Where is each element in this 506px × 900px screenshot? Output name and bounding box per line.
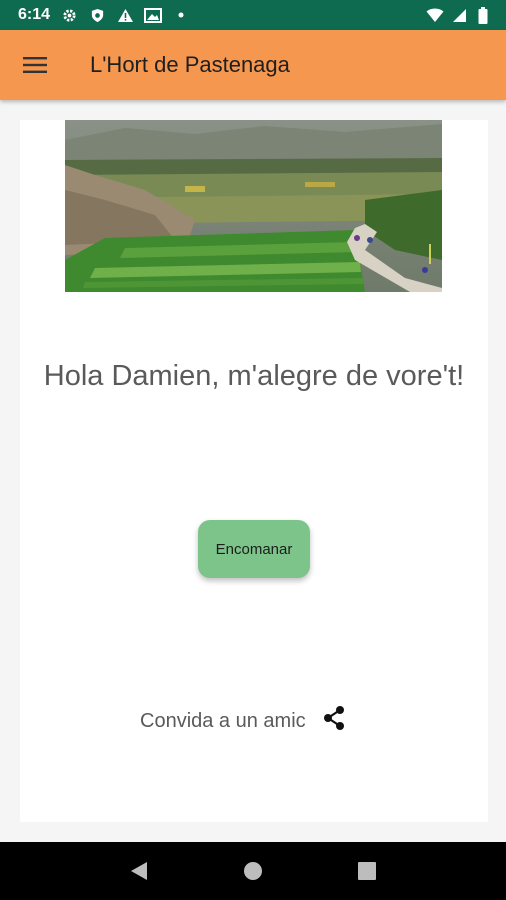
back-icon[interactable] bbox=[119, 851, 159, 891]
app-bar: L'Hort de Pastenaga bbox=[0, 30, 506, 100]
system-nav-bar bbox=[0, 842, 506, 900]
share-icon[interactable] bbox=[322, 705, 346, 737]
invite-label: Convida a un amic bbox=[140, 709, 306, 732]
app-title: L'Hort de Pastenaga bbox=[90, 52, 290, 77]
battery-icon bbox=[474, 6, 492, 24]
hero-image bbox=[65, 120, 442, 292]
wifi-icon bbox=[426, 6, 444, 24]
main-card: Hola Damien, m'alegre de vore't! Encoman… bbox=[20, 120, 488, 822]
status-right bbox=[426, 6, 492, 24]
status-time: 6:14 bbox=[18, 6, 51, 23]
shield-icon bbox=[88, 6, 106, 24]
greeting-text: Hola Damien, m'alegre de vore't! bbox=[43, 360, 465, 392]
home-icon[interactable] bbox=[233, 851, 273, 891]
recents-icon[interactable] bbox=[347, 851, 387, 891]
invite-friend-link[interactable]: Convida a un amic bbox=[140, 705, 346, 737]
image-icon bbox=[144, 6, 163, 24]
gear-icon bbox=[60, 6, 78, 24]
hamburger-menu-icon[interactable] bbox=[0, 30, 70, 100]
status-bar: 6:14 bbox=[0, 0, 506, 30]
order-button[interactable]: Encomanar bbox=[198, 520, 310, 578]
warning-icon bbox=[116, 6, 134, 24]
signal-icon bbox=[450, 6, 468, 24]
dot-icon bbox=[172, 6, 190, 24]
status-left: 6:14 bbox=[18, 6, 190, 24]
